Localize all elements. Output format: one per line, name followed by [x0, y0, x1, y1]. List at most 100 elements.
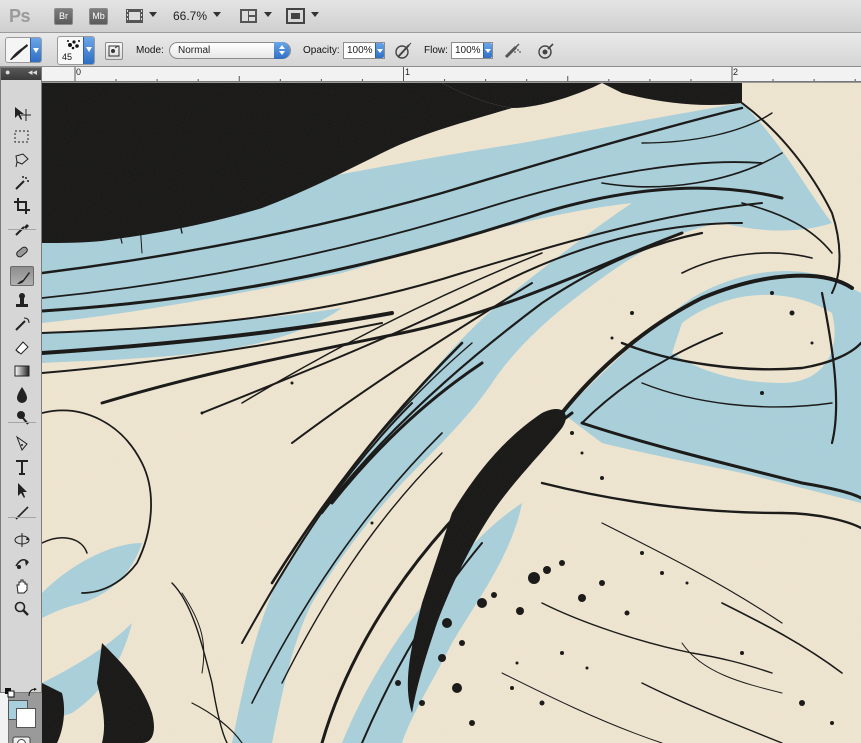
type-tool-button[interactable] [10, 456, 34, 476]
ruler-number-2: 2 [733, 67, 739, 77]
ruler-ticks [74, 67, 856, 81]
flow-field[interactable]: 100% [451, 42, 493, 59]
zoom-dropdown-icon[interactable] [213, 12, 221, 17]
blend-mode-select[interactable]: Normal [169, 42, 291, 59]
mode-label: Mode: [136, 45, 164, 56]
history-brush-tool-button[interactable] [10, 313, 34, 333]
background-color-swatch[interactable] [16, 708, 36, 728]
pen-pressure-icon [395, 42, 412, 59]
line-tool-icon [15, 506, 29, 520]
ruler-number-0: 0 [76, 67, 82, 77]
clone-stamp-tool-button[interactable] [10, 290, 34, 310]
hand-tool-icon [16, 579, 28, 594]
horizontal-ruler[interactable]: 0 1 2 [42, 67, 861, 82]
quick-mask-icon[interactable] [12, 736, 32, 743]
ink-illustration [42, 83, 861, 743]
opacity-label: Opacity: [303, 45, 340, 56]
screen-mode-dropdown-icon[interactable] [311, 12, 319, 17]
brush-preset-icon [10, 44, 28, 60]
lasso-tool-button[interactable] [10, 149, 34, 169]
options-bar: 45 Mode: Normal Opacity: 100% Flow: 100% [0, 33, 861, 67]
crop-tool-button[interactable] [10, 195, 34, 215]
panel-close-icon[interactable]: ● [5, 67, 10, 77]
hand-tool-button[interactable] [10, 575, 34, 595]
film-strip-icon [126, 9, 143, 23]
magic-wand-tool-button[interactable] [10, 172, 34, 192]
path-selection-tool-icon [18, 483, 27, 498]
gradient-tool-button[interactable] [10, 360, 34, 380]
brush-preset-dropdown-icon[interactable] [83, 37, 94, 64]
screen-mode-button[interactable] [286, 7, 306, 28]
blend-mode-value: Normal [178, 45, 211, 56]
tool-separator [8, 229, 36, 230]
airbrush-icon [504, 43, 521, 59]
document-canvas[interactable] [42, 83, 861, 743]
tools-panel: ● ◂◂ [0, 67, 42, 743]
line-tool-button[interactable] [10, 502, 34, 522]
eyedropper-tool-button[interactable] [10, 218, 34, 238]
type-tool-icon [16, 460, 28, 475]
opacity-dropdown-icon[interactable] [375, 43, 384, 58]
toggle-brush-panel-button[interactable] [105, 42, 123, 60]
ruler-number-1: 1 [405, 67, 411, 77]
brush-tool-button[interactable] [10, 266, 34, 286]
marquee-tool-button[interactable] [10, 126, 34, 146]
healing-brush-tool-icon [16, 246, 28, 258]
mini-bridge-button[interactable]: Mb [89, 8, 108, 25]
arrange-documents-icon [240, 9, 257, 23]
panel-collapse-icon[interactable]: ◂◂ [28, 67, 37, 78]
healing-brush-tool-button[interactable] [10, 241, 34, 261]
3d-rotate-tool-icon [14, 533, 30, 547]
bridge-button[interactable]: Br [54, 8, 73, 25]
gradient-tool-icon [14, 365, 30, 377]
move-tool-icon [15, 107, 31, 121]
airbrush-toggle-button[interactable] [502, 41, 522, 61]
tablet-pressure-size-button[interactable] [536, 41, 556, 61]
blur-tool-icon [17, 387, 27, 403]
application-bar: Ps Br Mb 66.7% [0, 0, 861, 33]
brush-tip-icon [67, 40, 80, 50]
opacity-value: 100% [347, 45, 373, 56]
pen-tool-button[interactable] [10, 432, 34, 452]
path-selection-tool-button[interactable] [10, 479, 34, 499]
blend-mode-stepper-icon[interactable] [274, 42, 290, 59]
swap-colors-icon[interactable] [28, 688, 38, 698]
flow-dropdown-icon[interactable] [483, 43, 492, 58]
brush-size-value: 45 [62, 52, 73, 62]
pen-tool-icon [15, 435, 28, 451]
eraser-tool-icon [15, 341, 29, 355]
tablet-pressure-opacity-button[interactable] [393, 41, 413, 61]
dodge-tool-button[interactable] [10, 406, 34, 426]
tool-preset-picker[interactable] [5, 37, 42, 63]
brush-panel-icon [108, 45, 120, 57]
blur-tool-button[interactable] [10, 383, 34, 403]
zoom-tool-button[interactable] [10, 598, 34, 618]
photoshop-logo: Ps [9, 6, 31, 26]
crop-tool-icon [14, 198, 30, 214]
view-extras-button[interactable] [125, 7, 145, 28]
opacity-field[interactable]: 100% [343, 42, 385, 59]
zoom-tool-icon [14, 601, 29, 616]
pressure-size-icon [538, 43, 554, 59]
tools-panel-header[interactable]: ● ◂◂ [1, 67, 41, 80]
brush-tool-icon [17, 272, 30, 284]
dodge-tool-icon [17, 411, 29, 425]
marquee-tool-icon [14, 130, 29, 143]
tool-separator [8, 517, 36, 518]
flow-value: 100% [455, 45, 481, 56]
eraser-tool-button[interactable] [10, 336, 34, 356]
lasso-tool-icon [15, 153, 29, 168]
brush-preset-picker[interactable]: 45 [57, 36, 95, 65]
3d-orbit-tool-button[interactable] [10, 552, 34, 572]
3d-rotate-tool-button[interactable] [10, 529, 34, 549]
default-colors-icon[interactable] [5, 688, 15, 698]
history-brush-tool-icon [15, 317, 30, 331]
arrange-documents-button[interactable] [239, 7, 259, 28]
arrange-dropdown-icon[interactable] [264, 12, 272, 17]
tool-preset-dropdown-icon[interactable] [30, 38, 41, 62]
view-extras-dropdown-icon[interactable] [149, 12, 157, 17]
3d-orbit-tool-icon [15, 558, 29, 569]
zoom-level[interactable]: 66.7% [173, 9, 207, 23]
clone-stamp-tool-icon [16, 293, 28, 307]
move-tool-button[interactable] [10, 103, 34, 123]
